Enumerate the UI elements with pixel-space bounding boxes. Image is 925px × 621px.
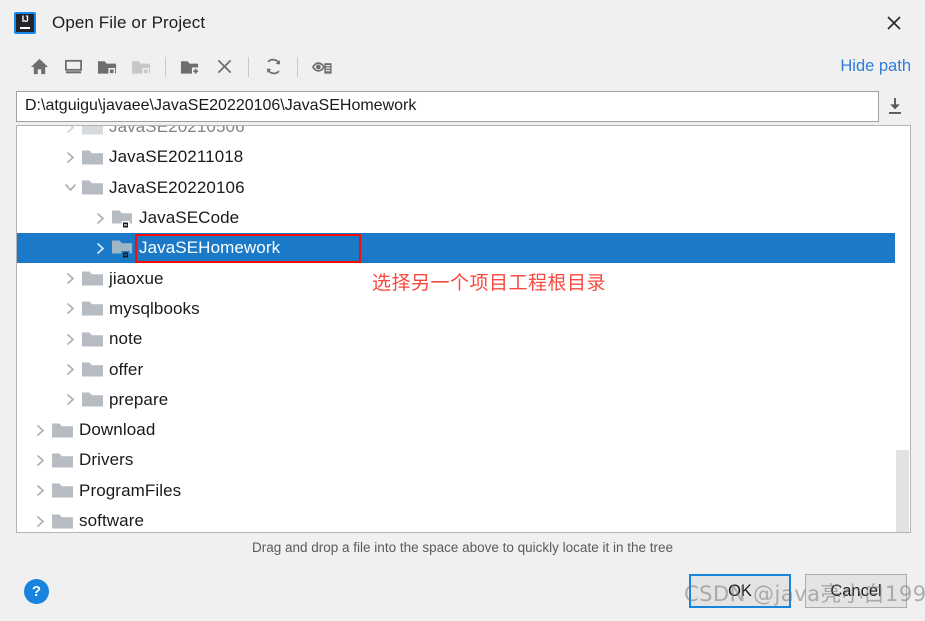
chevron-right-icon[interactable] bbox=[59, 302, 81, 315]
toolbar-separator bbox=[248, 56, 249, 77]
tree-row-label: JavaSEHomework bbox=[139, 238, 281, 258]
tree-row[interactable]: ProgramFiles bbox=[17, 476, 910, 506]
folder-icon bbox=[81, 360, 105, 379]
chevron-right-icon[interactable] bbox=[29, 454, 51, 467]
tree-row-label: prepare bbox=[109, 389, 169, 409]
folder-icon bbox=[51, 481, 75, 500]
folder-icon bbox=[81, 148, 105, 167]
tree-row[interactable]: Drivers bbox=[17, 445, 910, 475]
cancel-button[interactable]: Cancel bbox=[805, 574, 907, 608]
drag-drop-hint: Drag and drop a file into the space abov… bbox=[251, 539, 673, 555]
hide-path-link[interactable]: Hide path bbox=[840, 57, 911, 76]
folder-icon bbox=[81, 178, 105, 197]
chevron-right-icon[interactable] bbox=[59, 151, 81, 164]
chevron-right-icon[interactable] bbox=[59, 126, 81, 134]
annotation-text: 选择另一个项目工程根目录 bbox=[372, 272, 607, 295]
refresh-icon[interactable] bbox=[256, 52, 290, 82]
tree-row-label: Download bbox=[79, 420, 156, 440]
folder-icon bbox=[81, 269, 105, 288]
file-tree: JavaSE20210506 JavaSE20211018 JavaSE202201… bbox=[17, 125, 910, 532]
tree-row-label: JavaSECode bbox=[139, 208, 240, 228]
tree-vertical-scrollbar[interactable] bbox=[895, 126, 910, 532]
tree-row[interactable]: offer bbox=[17, 354, 910, 384]
toolbar-separator bbox=[297, 56, 298, 77]
path-input[interactable]: D:\atguigu\javaee\JavaSE20220106\JavaSEH… bbox=[16, 90, 879, 122]
folder-icon bbox=[51, 451, 75, 470]
tree-row-label: note bbox=[109, 329, 143, 349]
home-icon[interactable] bbox=[22, 52, 56, 82]
help-icon[interactable]: ? bbox=[24, 578, 49, 604]
tree-row[interactable]: JavaSE20211018 bbox=[17, 142, 910, 172]
chevron-right-icon[interactable] bbox=[29, 515, 51, 528]
dialog-title: Open File or Project bbox=[52, 13, 206, 32]
tree-row[interactable]: note bbox=[17, 324, 910, 354]
file-tree-panel[interactable]: JavaSE20210506 JavaSE20211018 JavaSE202201… bbox=[16, 125, 911, 533]
toolbar-separator bbox=[165, 56, 166, 77]
tree-row-label: JavaSE20211018 bbox=[109, 147, 244, 167]
open-file-or-project-dialog: Open File or Project bbox=[0, 0, 925, 621]
chevron-right-icon[interactable] bbox=[59, 393, 81, 406]
tree-row[interactable]: Download bbox=[17, 415, 910, 445]
chevron-down-icon[interactable] bbox=[59, 182, 81, 193]
delete-icon[interactable] bbox=[207, 52, 241, 82]
module-folder-icon bbox=[111, 239, 135, 259]
close-icon[interactable] bbox=[863, 0, 925, 46]
chevron-right-icon[interactable] bbox=[29, 424, 51, 437]
desktop-icon[interactable] bbox=[56, 52, 90, 82]
new-folder-icon[interactable] bbox=[173, 52, 207, 82]
tree-row-label: JavaSE20220106 bbox=[109, 177, 245, 197]
module-folder-icon bbox=[111, 209, 135, 229]
tree-row[interactable]: mysqlbooks bbox=[17, 294, 910, 324]
tree-row-label: mysqlbooks bbox=[109, 298, 200, 318]
scrollbar-thumb[interactable] bbox=[896, 450, 909, 532]
path-row: D:\atguigu\javaee\JavaSE20220106\JavaSEH… bbox=[0, 87, 925, 125]
tree-row-label: ProgramFiles bbox=[79, 480, 182, 500]
tree-row[interactable]: prepare bbox=[17, 385, 910, 415]
tree-row-label: software bbox=[79, 511, 145, 530]
toolbar: Hide path bbox=[0, 46, 925, 87]
project-folder-icon[interactable] bbox=[90, 52, 124, 82]
ok-button[interactable]: OK bbox=[689, 574, 791, 608]
tree-row-label: offer bbox=[109, 359, 144, 379]
tree-row-label: jiaoxue bbox=[109, 268, 164, 288]
title-bar: Open File or Project bbox=[0, 0, 925, 46]
tree-row-label: JavaSE20210506 bbox=[109, 125, 245, 137]
folder-icon bbox=[81, 390, 105, 409]
tree-row-label: Drivers bbox=[79, 450, 134, 470]
tree-row[interactable]: software bbox=[17, 506, 910, 532]
chevron-right-icon[interactable] bbox=[59, 363, 81, 376]
chevron-right-icon[interactable] bbox=[89, 242, 111, 255]
chevron-right-icon[interactable] bbox=[29, 484, 51, 497]
tree-row[interactable]: JavaSECode bbox=[17, 203, 910, 233]
dialog-button-bar: ? OK Cancel bbox=[0, 561, 925, 621]
intellij-idea-logo-icon bbox=[14, 12, 36, 34]
folder-icon bbox=[81, 126, 105, 137]
show-hidden-files-icon[interactable] bbox=[305, 52, 339, 82]
folder-icon bbox=[81, 299, 105, 318]
download-collapse-icon[interactable] bbox=[879, 91, 911, 122]
chevron-right-icon[interactable] bbox=[89, 212, 111, 225]
module-folder-icon bbox=[124, 52, 158, 82]
tree-row[interactable]: JavaSE20220106 bbox=[17, 173, 910, 203]
chevron-right-icon[interactable] bbox=[59, 272, 81, 285]
folder-icon bbox=[51, 512, 75, 531]
tree-row[interactable]: JavaSE20210506 bbox=[17, 125, 910, 142]
tree-row[interactable]: JavaSEHomework bbox=[17, 233, 910, 264]
folder-icon bbox=[51, 421, 75, 440]
folder-icon bbox=[81, 330, 105, 349]
chevron-right-icon[interactable] bbox=[59, 333, 81, 346]
